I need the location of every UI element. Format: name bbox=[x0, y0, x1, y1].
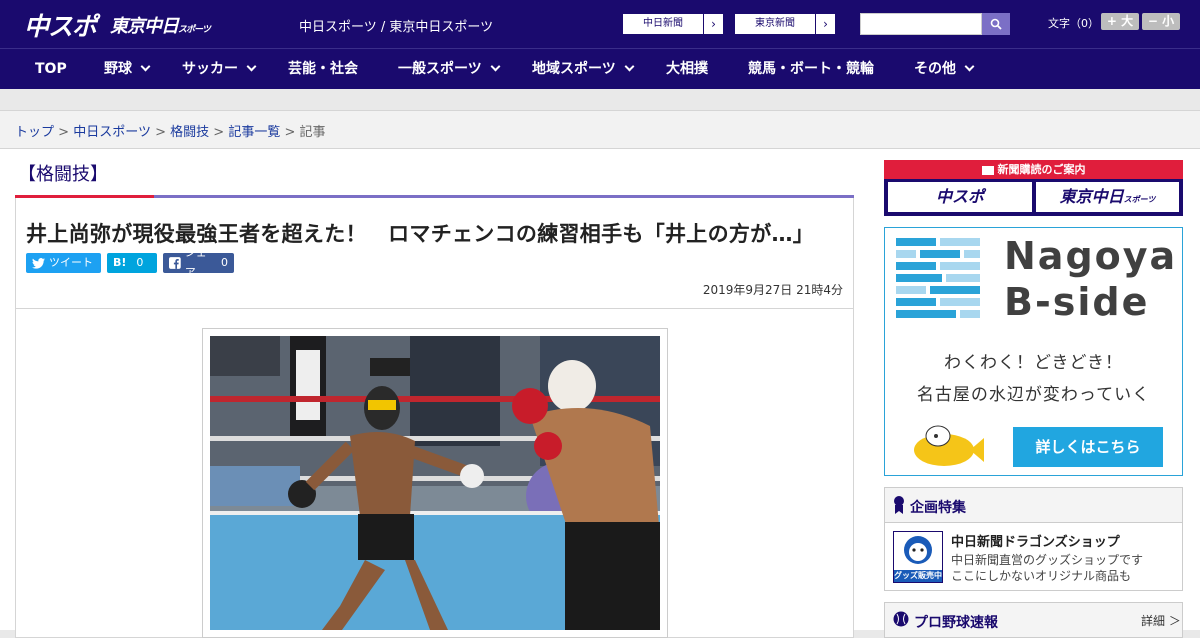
breadcrumb-separator: > bbox=[155, 125, 166, 140]
hatena-bookmark-button[interactable]: B! 0 bbox=[107, 253, 157, 273]
nav-item-soccer[interactable]: サッカー bbox=[182, 49, 257, 89]
breadcrumb-link-combat-sports[interactable]: 格闘技 bbox=[170, 125, 209, 140]
tokyo-shimbun-link[interactable]: 東京新聞 › bbox=[734, 13, 836, 35]
search-icon bbox=[990, 18, 1002, 30]
paper-link-label: 中日新聞 bbox=[643, 18, 683, 29]
nav-label: 地域スポーツ bbox=[532, 61, 616, 77]
ad-tagline-2: 名古屋の水辺が変わっていく bbox=[916, 385, 1151, 405]
nav-label: 大相撲 bbox=[666, 61, 708, 77]
nav-item-other[interactable]: その他 bbox=[914, 49, 975, 89]
breadcrumb-separator: > bbox=[284, 125, 296, 140]
chunichi-shimbun-link[interactable]: 中日新聞 › bbox=[622, 13, 724, 35]
subscribe-tokyo-button[interactable]: 東京中日スポーツ bbox=[1036, 182, 1179, 212]
nav-label: TOP bbox=[35, 61, 67, 77]
tweet-label: ツイート bbox=[49, 256, 93, 269]
chevron-down-icon bbox=[964, 61, 975, 72]
chevron-right-icon: › bbox=[703, 14, 723, 34]
baseball-scores-heading: プロ野球速報 bbox=[914, 615, 998, 631]
ribbon-icon bbox=[894, 496, 904, 514]
paper-link-label: 東京新聞 bbox=[755, 18, 795, 29]
nav-item-entertainment[interactable]: 芸能・社会 bbox=[288, 49, 358, 89]
facebook-count: 0 bbox=[221, 256, 228, 269]
breadcrumb-link-chunichi-sports[interactable]: 中日スポーツ bbox=[73, 125, 151, 140]
breadcrumb: トップ > 中日スポーツ > 格闘技 > 記事一覧 > 記事 bbox=[15, 121, 326, 140]
brick-wall-icon bbox=[896, 238, 980, 318]
boxing-sparring-photo bbox=[210, 336, 660, 630]
header-spacer bbox=[0, 89, 1200, 111]
nav-item-regional-sports[interactable]: 地域スポーツ bbox=[532, 49, 635, 89]
font-decrease-button[interactable]: − 小 bbox=[1142, 13, 1180, 30]
facebook-label: シェア bbox=[184, 246, 207, 279]
article-photo[interactable] bbox=[210, 336, 660, 630]
chuspo-logo[interactable]: 中スポ bbox=[24, 7, 97, 43]
nav-label: 競馬・ボート・競輪 bbox=[748, 61, 874, 77]
newspaper-icon bbox=[981, 165, 994, 175]
nav-label: 野球 bbox=[104, 61, 132, 77]
thumb-label: グッズ販売中 bbox=[894, 571, 942, 580]
ad-title-line2: B-side bbox=[1004, 280, 1150, 324]
ad-details-button[interactable]: 詳しくはこちら bbox=[1013, 427, 1163, 467]
article-headline: 井上尚弥が現役最強王者を超えた！ ロマチェンコの練習相手も「井上の方が…」 bbox=[26, 222, 815, 246]
subscribe-tokyo-small: スポーツ bbox=[1123, 195, 1156, 204]
feature-description-1: 中日新聞直営のグッズショップです bbox=[951, 553, 1144, 567]
font-increase-button[interactable]: + 大 bbox=[1101, 13, 1139, 30]
site-title[interactable]: 中日スポーツ / 東京中日スポーツ bbox=[299, 16, 493, 35]
facebook-share-button[interactable]: シェア 0 bbox=[163, 246, 234, 279]
tokyo-chunichi-logo[interactable]: 東京中日スポーツ bbox=[110, 12, 211, 38]
nav-item-sumo[interactable]: 大相撲 bbox=[666, 49, 708, 89]
category-label: 【格闘技】 bbox=[18, 164, 108, 185]
nav-item-racing[interactable]: 競馬・ボート・競輪 bbox=[748, 49, 874, 89]
breadcrumb-separator: > bbox=[58, 125, 70, 140]
subscribe-chuspo-button[interactable]: 中スポ bbox=[888, 182, 1032, 212]
nav-label: 芸能・社会 bbox=[288, 61, 358, 77]
nav-label: 一般スポーツ bbox=[398, 61, 482, 77]
chevron-down-icon bbox=[246, 61, 257, 72]
tweet-button[interactable]: ツイート bbox=[26, 253, 101, 273]
nav-item-general-sports[interactable]: 一般スポーツ bbox=[398, 49, 501, 89]
publish-date: 2019年9月27日 21時4分 bbox=[702, 283, 843, 297]
dragons-shop-thumbnail[interactable]: グッズ販売中 bbox=[893, 531, 943, 583]
chevron-right-icon: › bbox=[815, 14, 835, 34]
subscribe-tokyo-label: 東京中日 bbox=[1059, 187, 1124, 206]
hatena-icon: B! bbox=[113, 256, 127, 269]
feature-description-2: ここにしかないオリジナル商品も bbox=[951, 569, 1132, 583]
nav-item-baseball[interactable]: 野球 bbox=[104, 49, 151, 89]
chevron-down-icon bbox=[490, 61, 501, 72]
baseball-icon bbox=[893, 611, 909, 627]
nav-item-top[interactable]: TOP bbox=[35, 49, 67, 89]
breadcrumb-separator: > bbox=[213, 125, 225, 140]
breadcrumb-link-top[interactable]: トップ bbox=[15, 125, 54, 140]
twitter-icon bbox=[32, 257, 45, 269]
hatena-count: 0 bbox=[136, 256, 144, 269]
search-button[interactable] bbox=[982, 13, 1010, 35]
tokyo-logo-text: 東京中日 bbox=[110, 16, 179, 37]
tokyo-logo-small: スポーツ bbox=[178, 25, 211, 35]
subscription-heading: 新聞購読のご案内 bbox=[884, 160, 1183, 179]
breadcrumb-current: 記事 bbox=[299, 125, 326, 140]
breadcrumb-link-article-list[interactable]: 記事一覧 bbox=[228, 125, 280, 140]
baseball-details-link[interactable]: 詳細 ＞ bbox=[1141, 612, 1181, 629]
feature-title[interactable]: 中日新聞ドラゴンズショップ bbox=[951, 531, 1120, 550]
feature-heading: 企画特集 bbox=[910, 500, 966, 516]
ad-title-line1: Nagoya bbox=[1004, 234, 1178, 278]
font-size-label: 文字（0） bbox=[1048, 17, 1099, 30]
chevron-down-icon bbox=[140, 61, 151, 72]
fish-mascot-icon bbox=[914, 425, 984, 466]
ad-tagline-1: わくわく！どきどき！ bbox=[944, 353, 1123, 373]
subscription-heading-text: 新聞購読のご案内 bbox=[997, 163, 1086, 176]
facebook-icon bbox=[169, 257, 181, 269]
chevron-down-icon bbox=[624, 61, 635, 72]
nav-label: サッカー bbox=[182, 61, 238, 77]
search-input[interactable] bbox=[860, 13, 982, 35]
date-divider bbox=[16, 308, 853, 309]
nav-label: その他 bbox=[914, 61, 956, 77]
